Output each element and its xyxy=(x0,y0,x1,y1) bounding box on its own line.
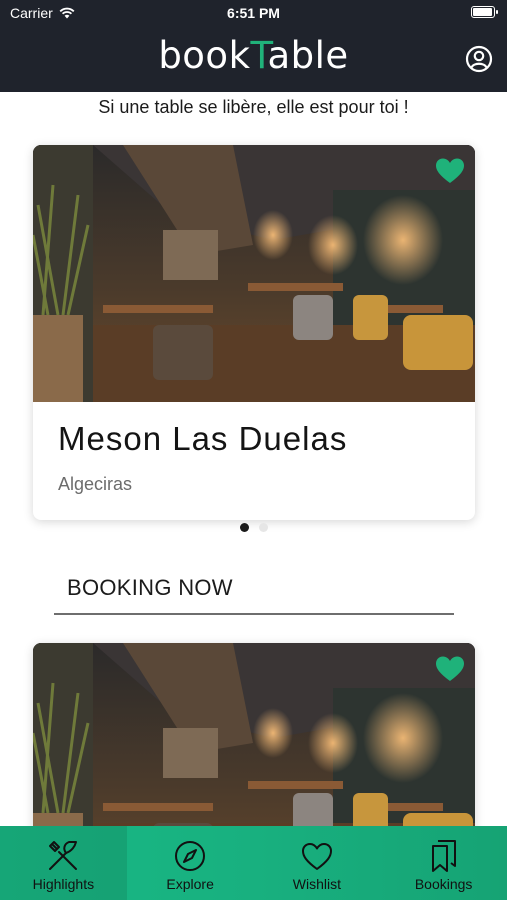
tab-label: Explore xyxy=(166,876,214,892)
tab-highlights[interactable]: Highlights xyxy=(0,826,127,900)
tab-wishlist[interactable]: Wishlist xyxy=(254,826,381,900)
tagline: Si une table se libère, elle est pour to… xyxy=(98,97,409,117)
restaurant-info: Meson Las Duelas Algeciras xyxy=(33,402,475,511)
restaurant-name: Meson Las Duelas xyxy=(58,420,348,457)
tab-bookings[interactable]: Bookings xyxy=(380,826,507,900)
profile-icon[interactable] xyxy=(465,45,493,73)
booking-now-heading: BOOKING NOW xyxy=(67,575,233,600)
restaurant-card[interactable]: Meson Las Duelas Algeciras xyxy=(33,145,475,520)
compass-icon xyxy=(175,841,206,871)
heart-outline-icon xyxy=(301,843,332,870)
app-header: bookTable xyxy=(0,26,507,92)
carousel-dot-1[interactable] xyxy=(239,523,249,532)
bookmarks-icon xyxy=(431,840,456,872)
restaurant-photo xyxy=(33,145,475,402)
carousel-dot-2[interactable] xyxy=(258,523,268,532)
fork-knife-icon xyxy=(49,841,78,870)
carousel-indicator[interactable] xyxy=(0,523,507,532)
tab-label: Wishlist xyxy=(292,876,341,892)
battery-icon xyxy=(471,6,498,18)
booktable-logo: bookTable xyxy=(158,34,349,77)
favorite-heart-icon[interactable] xyxy=(435,157,465,185)
bottom-tab-bar: Highlights Explore Wishlist Bookings xyxy=(0,826,507,900)
clock: 6:51 PM xyxy=(227,5,280,21)
section-divider xyxy=(54,613,454,615)
tab-label: Highlights xyxy=(32,876,95,892)
status-bar: Carrier 6:51 PM xyxy=(0,0,507,26)
favorite-heart-icon[interactable] xyxy=(435,655,465,683)
tab-label: Bookings xyxy=(414,876,473,892)
restaurant-city: Algeciras xyxy=(58,474,133,494)
tab-explore[interactable]: Explore xyxy=(127,826,254,900)
